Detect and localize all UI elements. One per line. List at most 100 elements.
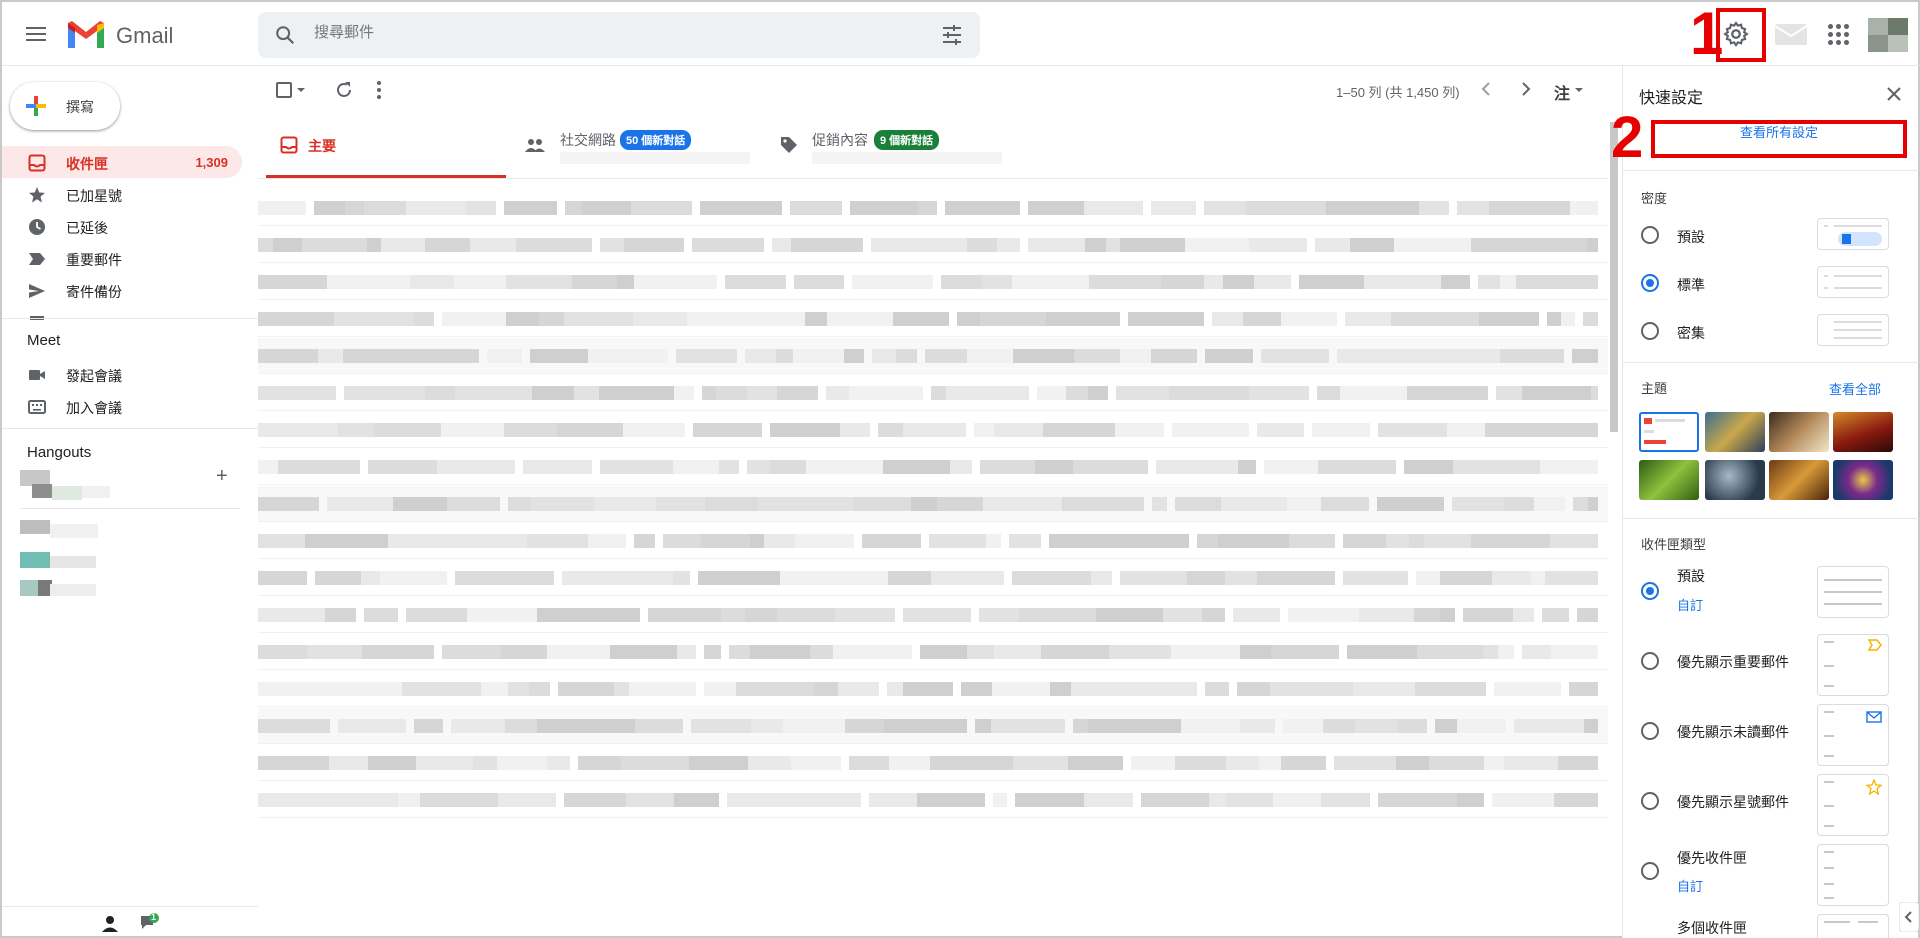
density-title: 密度 [1641, 191, 1668, 206]
customize-link[interactable]: 自訂 [1677, 876, 1703, 895]
sidebar-item-label: 加入會議 [66, 400, 122, 416]
theme-default-thumbnail[interactable] [1639, 412, 1699, 452]
tabs-divider [258, 178, 1608, 179]
sidebar-item-label: 發起會議 [66, 368, 122, 384]
select-all-checkbox[interactable] [276, 82, 292, 98]
email-row-pixelated[interactable] [258, 412, 1608, 448]
sidebar-divider [20, 508, 240, 509]
gmail-logo-icon[interactable] [66, 20, 106, 50]
inbox-type-unread-radio[interactable] [1641, 722, 1659, 740]
theme-thumbnail[interactable] [1705, 412, 1765, 452]
tab-primary[interactable]: 主要 [266, 122, 506, 178]
density-default-radio[interactable] [1641, 226, 1659, 244]
theme-thumbnail[interactable] [1639, 460, 1699, 500]
sidebar-divider [2, 318, 258, 319]
density-option-label: 預設 [1677, 229, 1705, 245]
side-panel-toggle-icon[interactable] [1899, 902, 1919, 932]
sidebar-item-starred[interactable]: 已加星號 [2, 178, 242, 210]
inbox-type-starred-thumbnail [1817, 774, 1889, 836]
quick-settings-title: 快速設定 [1639, 90, 1704, 107]
search-input[interactable] [314, 24, 874, 41]
sidebar-item-snoozed[interactable]: 已延後 [2, 210, 242, 242]
sidebar-item-join-meeting[interactable]: 加入會議 [2, 390, 242, 422]
email-row-pixelated[interactable] [258, 671, 1608, 707]
keyboard-icon [28, 400, 46, 414]
email-row-pixelated[interactable] [258, 227, 1608, 263]
draft-icon [30, 316, 44, 320]
sidebar-item-inbox[interactable]: 收件匣 1,309 [2, 146, 242, 178]
top-bar: Gmail 1 [2, 2, 1920, 66]
theme-thumbnail[interactable] [1769, 412, 1829, 452]
pagination-label: 1–50 列 (共 1,450 列) [1336, 85, 1460, 100]
customize-link[interactable]: 自訂 [1677, 595, 1703, 614]
meet-section-title: Meet [27, 332, 61, 349]
sidebar-item-label: 收件匣 [66, 156, 108, 172]
search-options-icon[interactable] [940, 24, 964, 46]
video-icon [29, 370, 45, 380]
density-compact-thumbnail [1817, 314, 1889, 346]
sidebar-divider [2, 906, 258, 907]
refresh-icon[interactable] [334, 80, 354, 100]
mail-list-pane: 1–50 列 (共 1,450 列) 注 主要 社交網路 50 個新對話 促銷內… [258, 66, 1610, 938]
inbox-type-option-label: 優先顯示星號郵件 [1677, 794, 1789, 810]
chat-icon[interactable] [138, 912, 160, 934]
email-row-pixelated[interactable] [258, 745, 1608, 781]
theme-thumbnail[interactable] [1833, 460, 1893, 500]
see-all-themes-link[interactable]: 查看全部 [1829, 379, 1881, 398]
email-row-pixelated[interactable] [258, 634, 1608, 670]
theme-thumbnail[interactable] [1769, 460, 1829, 500]
inbox-type-default-thumbnail [1817, 566, 1889, 618]
inbox-type-default-radio[interactable] [1641, 582, 1659, 600]
email-row-pixelated[interactable] [258, 301, 1608, 337]
density-option-label: 密集 [1677, 325, 1705, 341]
inbox-icon [28, 154, 46, 172]
density-compact-radio[interactable] [1641, 322, 1659, 340]
next-page-icon[interactable] [1520, 82, 1532, 96]
compose-plus-icon [26, 96, 46, 116]
email-row-pixelated[interactable] [258, 338, 1608, 374]
email-row-pixelated[interactable] [258, 449, 1608, 485]
sidebar-item-new-meeting[interactable]: 發起會議 [2, 358, 242, 390]
hangouts-user-pixelated[interactable] [20, 464, 110, 504]
email-row-pixelated[interactable] [258, 375, 1608, 411]
google-apps-icon[interactable] [1828, 24, 1850, 46]
prev-page-icon[interactable] [1480, 82, 1492, 96]
settings-gear-icon[interactable] [1722, 20, 1750, 48]
email-row-pixelated[interactable] [258, 782, 1608, 818]
compose-button[interactable]: 撰寫 [10, 82, 120, 130]
person-icon[interactable] [100, 914, 120, 934]
sidebar-item-sent[interactable]: 寄件備份 [2, 274, 242, 306]
input-tools-chevron-icon[interactable] [1574, 86, 1584, 94]
mail-status-icon[interactable] [1774, 20, 1808, 46]
inbox-type-starred-radio[interactable] [1641, 792, 1659, 810]
inbox-type-important-radio[interactable] [1641, 652, 1659, 670]
tab-social[interactable]: 社交網路 50 個新對話 [524, 122, 764, 178]
email-row-pixelated[interactable] [258, 486, 1608, 522]
email-row-pixelated[interactable] [258, 264, 1608, 300]
theme-thumbnail[interactable] [1833, 412, 1893, 452]
main-menu-icon[interactable] [24, 23, 48, 47]
email-row-pixelated[interactable] [258, 708, 1608, 744]
select-menu-chevron-icon[interactable] [296, 86, 306, 94]
account-avatar[interactable] [1868, 18, 1908, 52]
email-row-pixelated[interactable] [258, 597, 1608, 633]
email-row-pixelated[interactable] [258, 560, 1608, 596]
new-conversations-badge: 50 個新對話 [620, 130, 692, 150]
tab-promotions[interactable]: 促銷內容 9 個新對話 [778, 122, 1018, 178]
app-name: Gmail [116, 23, 174, 48]
email-row-pixelated[interactable] [258, 190, 1608, 226]
search-bar[interactable] [258, 12, 980, 58]
density-standard-radio[interactable] [1641, 274, 1659, 292]
input-tools-button[interactable]: 注 [1554, 80, 1570, 104]
email-row-pixelated[interactable] [258, 523, 1608, 559]
sidebar-item-important[interactable]: 重要郵件 [2, 242, 242, 274]
search-icon[interactable] [274, 24, 296, 46]
density-option-label: 標準 [1677, 277, 1705, 293]
more-options-icon[interactable] [376, 80, 382, 100]
theme-thumbnail[interactable] [1705, 460, 1765, 500]
close-icon[interactable] [1882, 82, 1906, 106]
inbox-type-priority-radio[interactable] [1641, 862, 1659, 880]
hangouts-contacts-pixelated[interactable] [20, 514, 100, 612]
add-hangout-icon[interactable]: + [216, 466, 228, 486]
sidebar-item-label: 已加星號 [66, 188, 122, 204]
